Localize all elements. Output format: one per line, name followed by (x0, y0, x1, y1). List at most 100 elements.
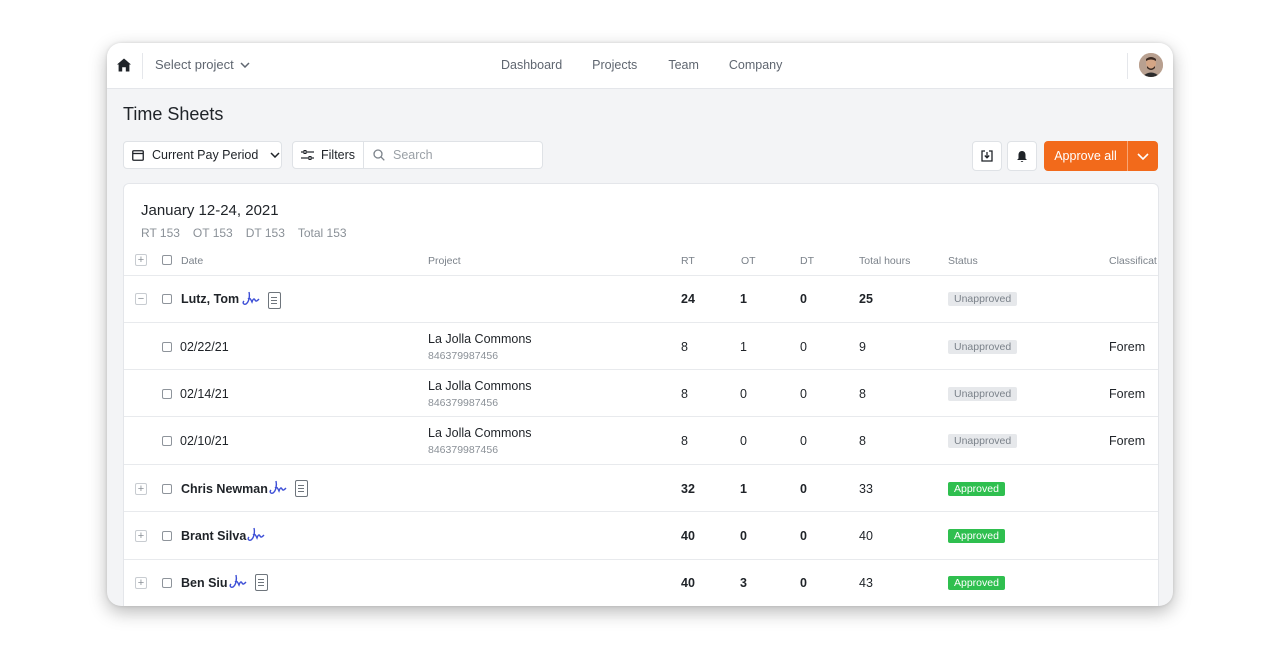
project-select-label: Select project (155, 57, 234, 72)
total-hours-value: 9 (859, 340, 866, 354)
top-nav: Select project Dashboard Projects Team C… (107, 43, 1173, 89)
rt-value: 8 (681, 387, 688, 401)
table-row[interactable]: 02/10/21 La Jolla Commons 846379987456 8… (124, 416, 1158, 465)
rt-value: 32 (681, 482, 695, 496)
row-checkbox[interactable] (162, 342, 172, 352)
project-name: La Jolla Commons (428, 379, 532, 393)
employee-name: Ben Siu (181, 576, 228, 590)
expand-toggle[interactable]: + (135, 577, 147, 589)
col-dt[interactable]: DT (800, 255, 814, 267)
status-badge: Approved (948, 529, 1005, 543)
status-badge: Unapproved (948, 292, 1018, 306)
nav-team[interactable]: Team (668, 58, 699, 72)
pay-period-select[interactable]: Current Pay Period (123, 141, 282, 169)
dt-value: 0 (800, 576, 807, 590)
nav-projects[interactable]: Projects (592, 58, 637, 72)
approve-all-split-button: Approve all (1044, 141, 1158, 171)
nav-company[interactable]: Company (729, 58, 783, 72)
nav-dashboard[interactable]: Dashboard (501, 58, 562, 72)
chevron-down-icon (270, 152, 280, 158)
nav-divider (1127, 53, 1128, 79)
search-box (364, 141, 543, 169)
expand-toggle[interactable]: + (135, 483, 147, 495)
employee-name: Lutz, Tom (181, 292, 240, 306)
filters-button[interactable]: Filters (292, 141, 364, 169)
home-icon[interactable] (116, 57, 132, 73)
search-icon (373, 149, 385, 161)
signature-icon[interactable] (241, 290, 261, 308)
approve-all-button[interactable]: Approve all (1044, 141, 1127, 171)
row-checkbox[interactable] (162, 484, 172, 494)
table-row[interactable]: + Chris Newman 32 1 0 33 Approved (124, 464, 1158, 512)
timesheet-card: January 12-24, 2021 RT 153 OT 153 DT 153… (123, 183, 1159, 606)
page-title: Time Sheets (123, 104, 224, 124)
table-row[interactable]: − Lutz, Tom 24 1 0 25 Unapproved (124, 275, 1158, 323)
app-window: Select project Dashboard Projects Team C… (107, 43, 1173, 606)
notifications-button[interactable] (1007, 141, 1037, 171)
row-checkbox[interactable] (162, 436, 172, 446)
signature-icon[interactable] (228, 573, 248, 591)
classification-value: Forem (1109, 340, 1146, 354)
status-badge: Unapproved (948, 387, 1018, 401)
ot-value: 1 (740, 292, 747, 306)
date-value: 02/14/21 (180, 387, 229, 401)
total-dt: DT 153 (245, 226, 285, 240)
col-ot[interactable]: OT (741, 255, 756, 267)
dt-value: 0 (800, 340, 807, 354)
row-checkbox[interactable] (162, 294, 172, 304)
collapse-toggle[interactable]: − (135, 293, 147, 305)
signature-icon[interactable] (246, 526, 266, 544)
status-badge: Unapproved (948, 340, 1018, 354)
rt-value: 24 (681, 292, 695, 306)
user-avatar-image (1139, 53, 1163, 77)
document-icon[interactable] (268, 292, 281, 309)
project-name: La Jolla Commons (428, 332, 532, 346)
document-icon[interactable] (295, 480, 308, 497)
table-row[interactable]: 02/22/21 La Jolla Commons 846379987456 8… (124, 322, 1158, 370)
dt-value: 0 (800, 529, 807, 543)
chevron-down-icon (240, 61, 250, 68)
document-icon[interactable] (255, 574, 268, 591)
nav-divider (142, 53, 143, 79)
download-button[interactable] (972, 141, 1002, 171)
row-checkbox[interactable] (162, 389, 172, 399)
total-hours-value: 43 (859, 576, 873, 590)
ot-value: 0 (740, 434, 747, 448)
avatar[interactable] (1139, 53, 1163, 77)
ot-value: 3 (740, 576, 747, 590)
total-all: Total 153 (297, 226, 347, 240)
table-row[interactable]: 02/14/21 La Jolla Commons 846379987456 8… (124, 369, 1158, 417)
row-checkbox[interactable] (162, 578, 172, 588)
dt-value: 0 (800, 292, 807, 306)
col-total-hours[interactable]: Total hours (859, 255, 910, 267)
table-row[interactable]: + Brant Silva 40 0 0 40 Approved (124, 511, 1158, 560)
expand-toggle[interactable]: + (135, 530, 147, 542)
bell-icon (1017, 150, 1027, 162)
total-hours-value: 8 (859, 434, 866, 448)
signature-icon[interactable] (268, 479, 288, 497)
col-date[interactable]: Date (181, 255, 203, 267)
expand-all-toggle[interactable]: + (135, 254, 147, 266)
project-select[interactable]: Select project (155, 57, 250, 72)
employee-name: Chris Newman (181, 482, 268, 496)
sliders-icon (301, 150, 314, 160)
ot-value: 0 (740, 529, 747, 543)
col-rt[interactable]: RT (681, 255, 695, 267)
table-row[interactable]: + Ben Siu 40 3 0 43 Approved (124, 559, 1158, 606)
employee-name: Brant Silva (181, 529, 247, 543)
total-hours-value: 33 (859, 482, 873, 496)
col-project[interactable]: Project (428, 255, 461, 267)
total-hours-value: 40 (859, 529, 873, 543)
total-ot: OT 153 (192, 226, 233, 240)
search-input[interactable] (393, 148, 533, 162)
select-all-checkbox[interactable] (162, 255, 172, 265)
pay-period-label: Current Pay Period (152, 148, 259, 162)
rt-value: 8 (681, 434, 688, 448)
date-value: 02/22/21 (180, 340, 229, 354)
row-checkbox[interactable] (162, 531, 172, 541)
col-status[interactable]: Status (948, 255, 978, 267)
approve-options-dropdown[interactable] (1128, 141, 1158, 171)
download-icon (981, 150, 993, 162)
col-classification[interactable]: Classificat (1109, 255, 1157, 267)
project-id: 846379987456 (428, 350, 499, 362)
